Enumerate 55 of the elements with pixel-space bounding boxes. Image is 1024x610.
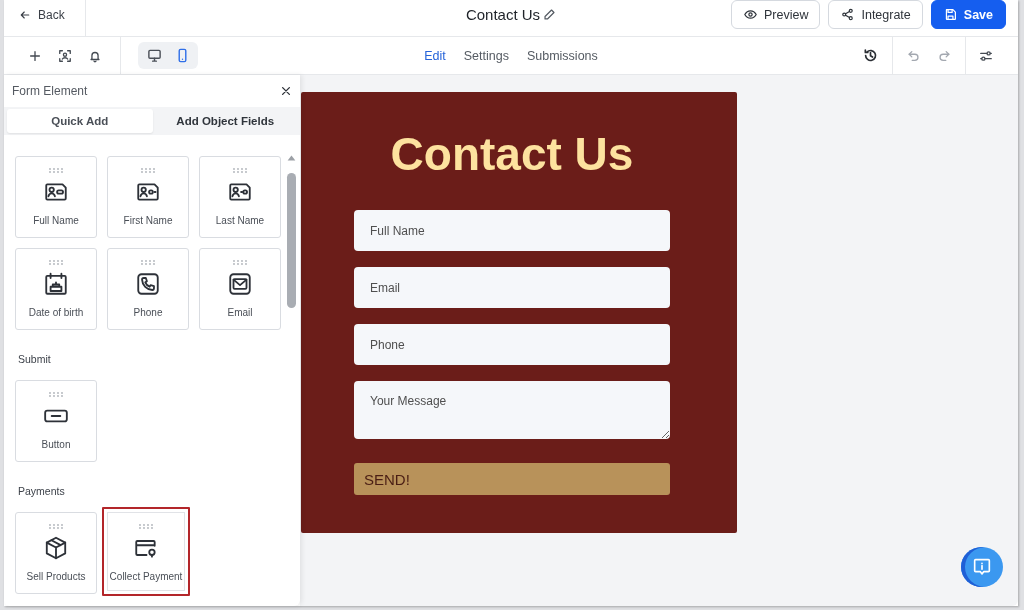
history-icon[interactable] — [862, 48, 878, 63]
pencil-icon[interactable] — [543, 8, 557, 21]
plus-icon[interactable] — [28, 48, 42, 63]
integrate-button[interactable]: Integrate — [828, 0, 923, 29]
text-field[interactable]: Email — [354, 267, 670, 308]
info-bubble-icon — [971, 556, 993, 578]
drag-handle-icon[interactable] — [141, 260, 155, 265]
eye-icon — [744, 8, 757, 21]
section-heading: Payments — [18, 485, 66, 497]
panel-title: Form Element — [12, 84, 88, 98]
element-tile[interactable]: Collect Payment — [102, 507, 190, 596]
drag-handle-icon[interactable] — [141, 168, 155, 173]
close-icon[interactable] — [280, 85, 292, 97]
monitor-icon — [146, 48, 162, 63]
text-field[interactable]: Full Name — [354, 210, 670, 251]
cake-calendar-icon — [43, 271, 69, 297]
drag-handle-icon[interactable] — [49, 392, 63, 397]
element-tile[interactable]: First Name — [107, 156, 189, 238]
save-button[interactable]: Save — [930, 0, 1006, 29]
element-tile[interactable]: Email — [199, 248, 281, 330]
scrollbar-thumb[interactable] — [287, 173, 296, 308]
drag-handle-icon[interactable] — [49, 260, 63, 265]
drag-handle-icon[interactable] — [49, 168, 63, 173]
form-heading: Contact Us — [390, 127, 634, 182]
envelope-icon — [227, 271, 253, 297]
tab[interactable]: Quick Add — [7, 109, 153, 133]
share-icon — [841, 8, 855, 21]
element-tile[interactable]: Date of birth — [15, 248, 97, 330]
drag-handle-icon[interactable] — [233, 168, 247, 173]
tab[interactable]: Submissions — [526, 48, 598, 63]
back-button[interactable]: Back — [4, 0, 86, 36]
drag-handle-icon[interactable] — [139, 524, 153, 529]
text-field[interactable]: Phone — [354, 324, 670, 365]
preview-button[interactable]: Preview — [731, 0, 821, 29]
element-tile[interactable]: Last Name — [199, 156, 281, 238]
element-tile[interactable]: Sell Products — [15, 512, 97, 594]
phone-icon — [135, 271, 161, 297]
box-icon — [43, 535, 69, 561]
send-button[interactable]: SEND! — [354, 463, 670, 495]
sliders-icon[interactable] — [979, 48, 993, 63]
scan-icon[interactable] — [58, 48, 72, 63]
arrow-left-icon — [19, 8, 31, 21]
message-field[interactable]: Your Message — [354, 381, 670, 439]
drag-handle-icon[interactable] — [233, 260, 247, 265]
form-title: Contact Us — [465, 6, 541, 23]
section-heading: Submit — [18, 353, 52, 365]
tab[interactable]: Settings — [463, 48, 509, 63]
drag-handle-icon[interactable] — [49, 524, 63, 529]
element-tile[interactable]: Full Name — [15, 156, 97, 238]
element-tile[interactable]: Button — [15, 380, 97, 462]
element-tile[interactable]: Phone — [107, 248, 189, 330]
help-button[interactable] — [961, 547, 1003, 587]
tab[interactable]: Add Object Fields — [152, 109, 298, 133]
scroll-up-icon[interactable] — [287, 155, 296, 161]
tab[interactable]: Edit — [424, 48, 446, 63]
